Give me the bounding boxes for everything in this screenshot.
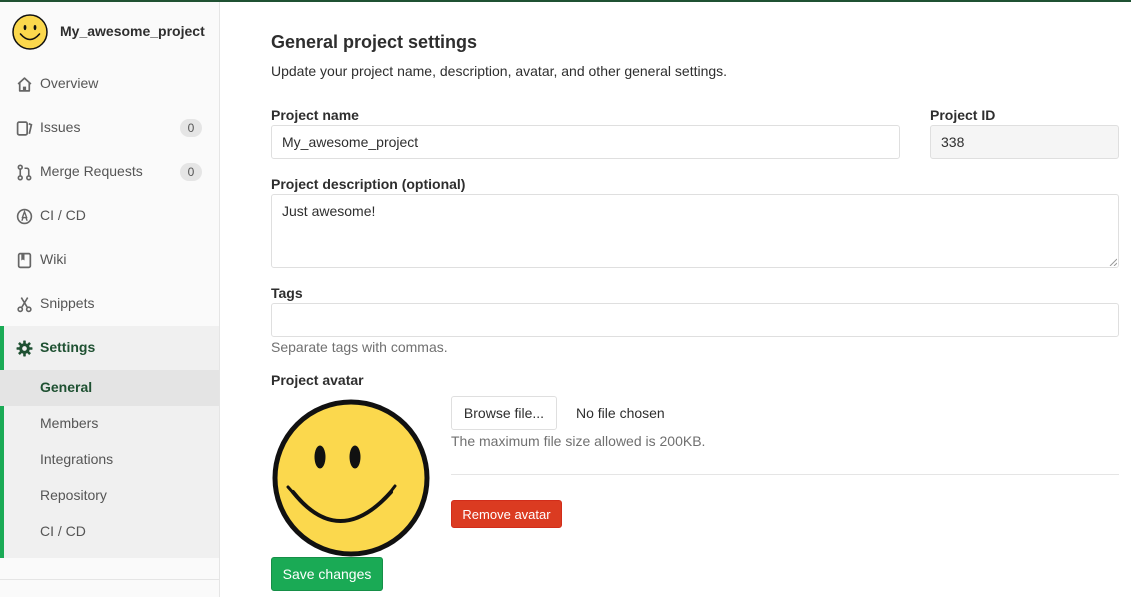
avatar-divider	[451, 474, 1119, 475]
project-title[interactable]: My_awesome_project	[60, 23, 208, 39]
project-description-input[interactable]: Just awesome!	[271, 194, 1119, 268]
merge-request-icon	[17, 164, 32, 181]
sidebar-subitem-ci-cd[interactable]: CI / CD	[0, 514, 219, 550]
gear-icon	[16, 340, 33, 357]
tags-label: Tags	[271, 285, 303, 301]
scissors-icon	[17, 297, 32, 313]
smiley-face-icon	[12, 14, 48, 50]
merge-requests-count-badge: 0	[180, 163, 202, 181]
project-name-input[interactable]	[271, 125, 900, 159]
sidebar-item-label: Merge Requests	[40, 163, 143, 179]
sidebar-subitem-repository[interactable]: Repository	[0, 478, 219, 514]
sidebar-item-label: Snippets	[40, 295, 95, 311]
sidebar-item-ci-cd[interactable]: CI / CD	[0, 194, 219, 238]
project-avatar-label: Project avatar	[271, 372, 364, 388]
sidebar-subitem-label: General	[40, 379, 93, 395]
project-id-field[interactable]	[930, 125, 1119, 159]
sidebar: My_awesome_project Overview Issues 0 Mer…	[0, 2, 220, 597]
remove-avatar-button[interactable]: Remove avatar	[451, 500, 562, 528]
sidebar-item-snippets[interactable]: Snippets	[0, 282, 219, 326]
project-description-label: Project description (optional)	[271, 176, 466, 192]
issues-count-badge: 0	[180, 119, 202, 137]
home-icon	[17, 77, 32, 92]
sidebar-subitem-members[interactable]: Members	[0, 406, 219, 442]
sidebar-subitem-general[interactable]: General	[0, 370, 219, 406]
resize-grip-icon[interactable]	[1109, 258, 1117, 266]
project-id-label: Project ID	[930, 107, 996, 123]
sidebar-item-wiki[interactable]: Wiki	[0, 238, 219, 282]
project-avatar-image	[272, 399, 430, 557]
sidebar-subitem-label: Integrations	[40, 451, 114, 467]
sidebar-item-merge-requests[interactable]: Merge Requests 0	[0, 150, 219, 194]
issues-icon	[16, 121, 33, 136]
project-name-label: Project name	[271, 107, 359, 123]
tags-input[interactable]	[271, 303, 1119, 337]
settings-main: General project settings Update your pro…	[220, 2, 1131, 597]
sidebar-subitem-label: CI / CD	[40, 523, 86, 539]
sidebar-item-label: Settings	[40, 339, 96, 355]
book-icon	[17, 252, 32, 269]
sidebar-item-label: Wiki	[40, 251, 67, 267]
sidebar-item-settings[interactable]: Settings	[0, 326, 219, 370]
tags-help-text: Separate tags with commas.	[271, 339, 448, 355]
no-file-chosen-text: No file chosen	[576, 405, 665, 421]
sidebar-item-label: CI / CD	[40, 207, 86, 223]
sidebar-subitem-integrations[interactable]: Integrations	[0, 442, 219, 478]
max-file-size-help: The maximum file size allowed is 200KB.	[451, 433, 706, 449]
save-changes-button[interactable]: Save changes	[271, 557, 383, 591]
rocket-icon	[16, 208, 33, 225]
project-header[interactable]: My_awesome_project	[0, 2, 219, 62]
sidebar-subitem-label: Repository	[40, 487, 107, 503]
browse-file-button[interactable]: Browse file...	[451, 396, 557, 430]
sidebar-subitem-label: Members	[40, 415, 99, 431]
sidebar-item-issues[interactable]: Issues 0	[0, 106, 219, 150]
sidebar-item-overview[interactable]: Overview	[0, 62, 219, 106]
sidebar-item-label: Overview	[40, 75, 99, 91]
sidebar-divider	[0, 579, 219, 580]
page-title: General project settings	[271, 32, 478, 52]
sidebar-item-label: Issues	[40, 119, 81, 135]
page-subtitle: Update your project name, description, a…	[271, 63, 728, 79]
sidebar-settings-group: Settings General Members Integrations Re…	[0, 326, 219, 558]
